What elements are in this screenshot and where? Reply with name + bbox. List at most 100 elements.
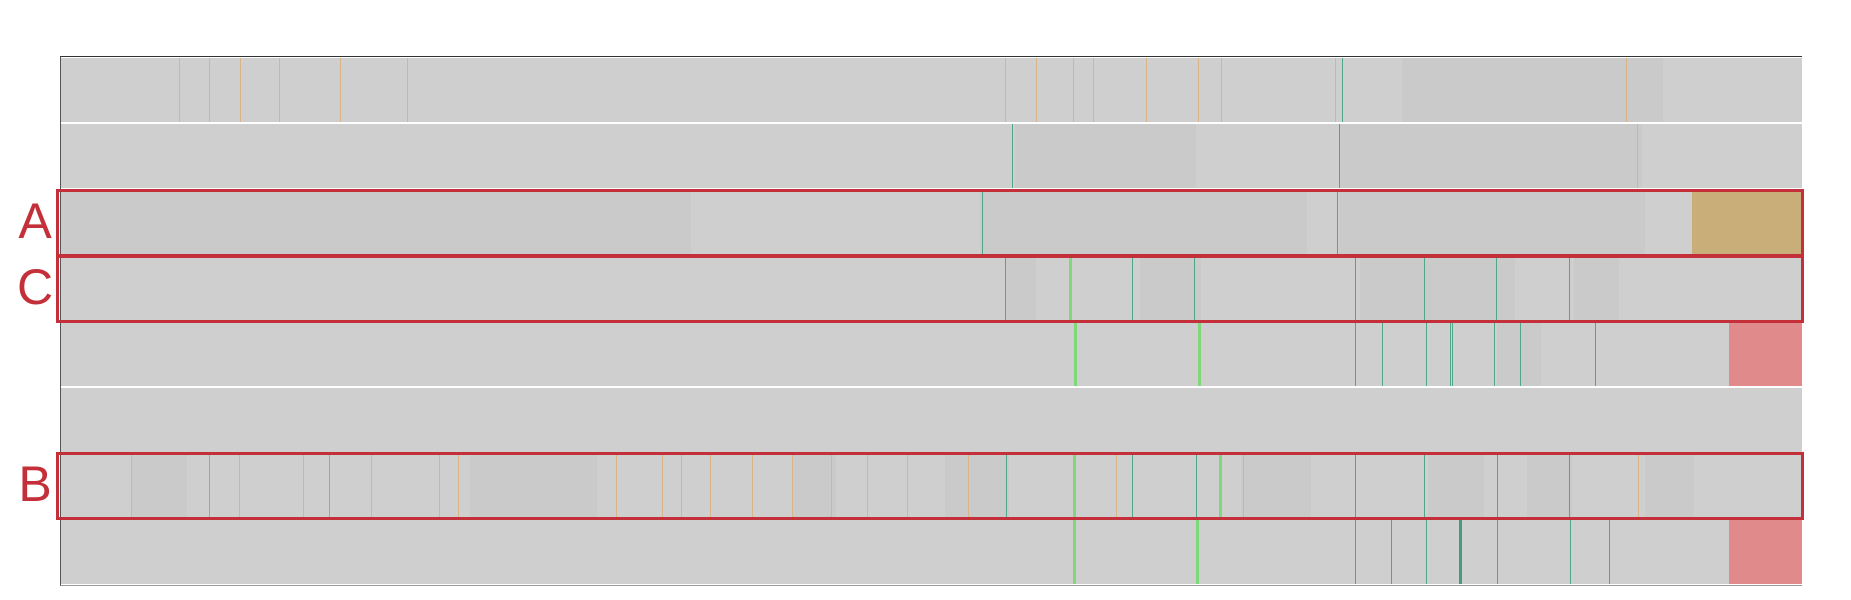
track-block (61, 190, 691, 254)
track-4 (61, 256, 1802, 320)
track-marker-orange (681, 454, 682, 518)
track-marker-green (1069, 256, 1072, 320)
track-marker-orange (1005, 58, 1006, 122)
track-marker-teal (1569, 256, 1570, 320)
track-marker-orange (1073, 58, 1074, 122)
track-marker-orange (1221, 58, 1222, 122)
track-marker-orange (662, 454, 663, 518)
track-marker-teal (1452, 322, 1453, 386)
highlight-label-b: B (18, 456, 52, 512)
track-7 (61, 454, 1802, 518)
track-block (1574, 256, 1619, 320)
track-marker-orange (1198, 58, 1199, 122)
track-marker-teal (1006, 454, 1007, 518)
track-6 (61, 388, 1802, 452)
track-marker-green (1198, 322, 1201, 386)
track-block (792, 454, 836, 518)
track-block (1729, 520, 1802, 584)
track-marker-teal (1520, 322, 1521, 386)
track-block (1645, 454, 1694, 518)
track-marker-green (1074, 322, 1077, 386)
track-marker-orange (710, 454, 711, 518)
track-8 (61, 520, 1802, 584)
track-1 (61, 58, 1802, 122)
track-block (1527, 454, 1572, 518)
track-block (1241, 454, 1311, 518)
track-marker-teal (1569, 454, 1570, 518)
track-marker-teal (1497, 520, 1498, 584)
track-marker-orange (1036, 58, 1037, 122)
track-marker-teal (1450, 322, 1451, 386)
track-marker-orange (131, 454, 132, 518)
track-block (1360, 256, 1515, 320)
track-marker-orange (340, 58, 341, 122)
track-5 (61, 322, 1802, 386)
track-marker-teal (1426, 322, 1427, 386)
track-block (1339, 190, 1645, 254)
track-marker-teal (1570, 520, 1571, 584)
track-block (945, 454, 1009, 518)
track-marker-orange (209, 58, 210, 122)
track-marker-green (1073, 454, 1076, 518)
track-marker-orange (867, 454, 868, 518)
track-marker-teal (1355, 256, 1356, 320)
track-marker-green (1219, 454, 1222, 518)
track-block (1729, 322, 1802, 386)
track-marker-teal (982, 190, 983, 254)
track-marker-orange (439, 454, 440, 518)
track-block (1005, 256, 1036, 320)
track-block (131, 454, 187, 518)
track-marker-orange (907, 454, 908, 518)
track-marker-teal (1196, 454, 1197, 518)
track-marker-orange (303, 454, 304, 518)
track-marker-teal (1339, 124, 1340, 188)
track-marker-green (1073, 520, 1076, 584)
track-marker-green (1196, 520, 1199, 584)
track-marker-orange (1243, 454, 1244, 518)
track-marker-orange (1335, 58, 1336, 122)
track-marker-teal (1355, 322, 1356, 386)
track-2 (61, 124, 1802, 188)
track-marker-orange (792, 454, 793, 518)
track-marker-teal-strong (1459, 520, 1462, 584)
highlight-label-a: A (18, 193, 52, 249)
highlight-label-c: C (16, 259, 54, 315)
track-marker-teal (1132, 256, 1133, 320)
track-marker-teal (1337, 190, 1338, 254)
track-3 (61, 190, 1802, 254)
track-marker-teal (1355, 454, 1356, 518)
track-marker-orange (1638, 454, 1639, 518)
track-marker-teal (1342, 58, 1343, 122)
track-block (980, 190, 1307, 254)
track-marker-teal (1609, 520, 1610, 584)
track-marker-orange (1146, 58, 1147, 122)
track-marker-orange (407, 58, 408, 122)
track-marker-orange (968, 454, 969, 518)
track-marker-orange (616, 454, 617, 518)
track-block (1497, 322, 1541, 386)
track-marker-teal (1012, 124, 1013, 188)
track-marker-teal (1391, 520, 1392, 584)
track-marker-teal (1355, 520, 1356, 584)
track-marker-orange (279, 58, 280, 122)
track-panel (60, 56, 1802, 586)
track-marker-teal (1494, 322, 1495, 386)
track-marker-orange (239, 454, 240, 518)
track-marker-orange (179, 58, 180, 122)
track-block (470, 454, 597, 518)
track-marker-teal (1194, 256, 1195, 320)
track-marker-teal (1005, 256, 1006, 320)
track-block (1140, 256, 1201, 320)
track-marker-teal (1496, 256, 1497, 320)
track-block (1015, 124, 1196, 188)
track-block (1339, 124, 1642, 188)
track-marker-red (209, 454, 210, 518)
track-marker-orange (458, 454, 459, 518)
track-marker-orange (1116, 454, 1117, 518)
track-marker-teal (1497, 454, 1498, 518)
track-marker-orange (831, 454, 832, 518)
track-marker-teal (1595, 322, 1596, 386)
track-marker-orange (1637, 124, 1638, 188)
track-marker-teal (1132, 454, 1133, 518)
track-marker-teal (1426, 520, 1427, 584)
